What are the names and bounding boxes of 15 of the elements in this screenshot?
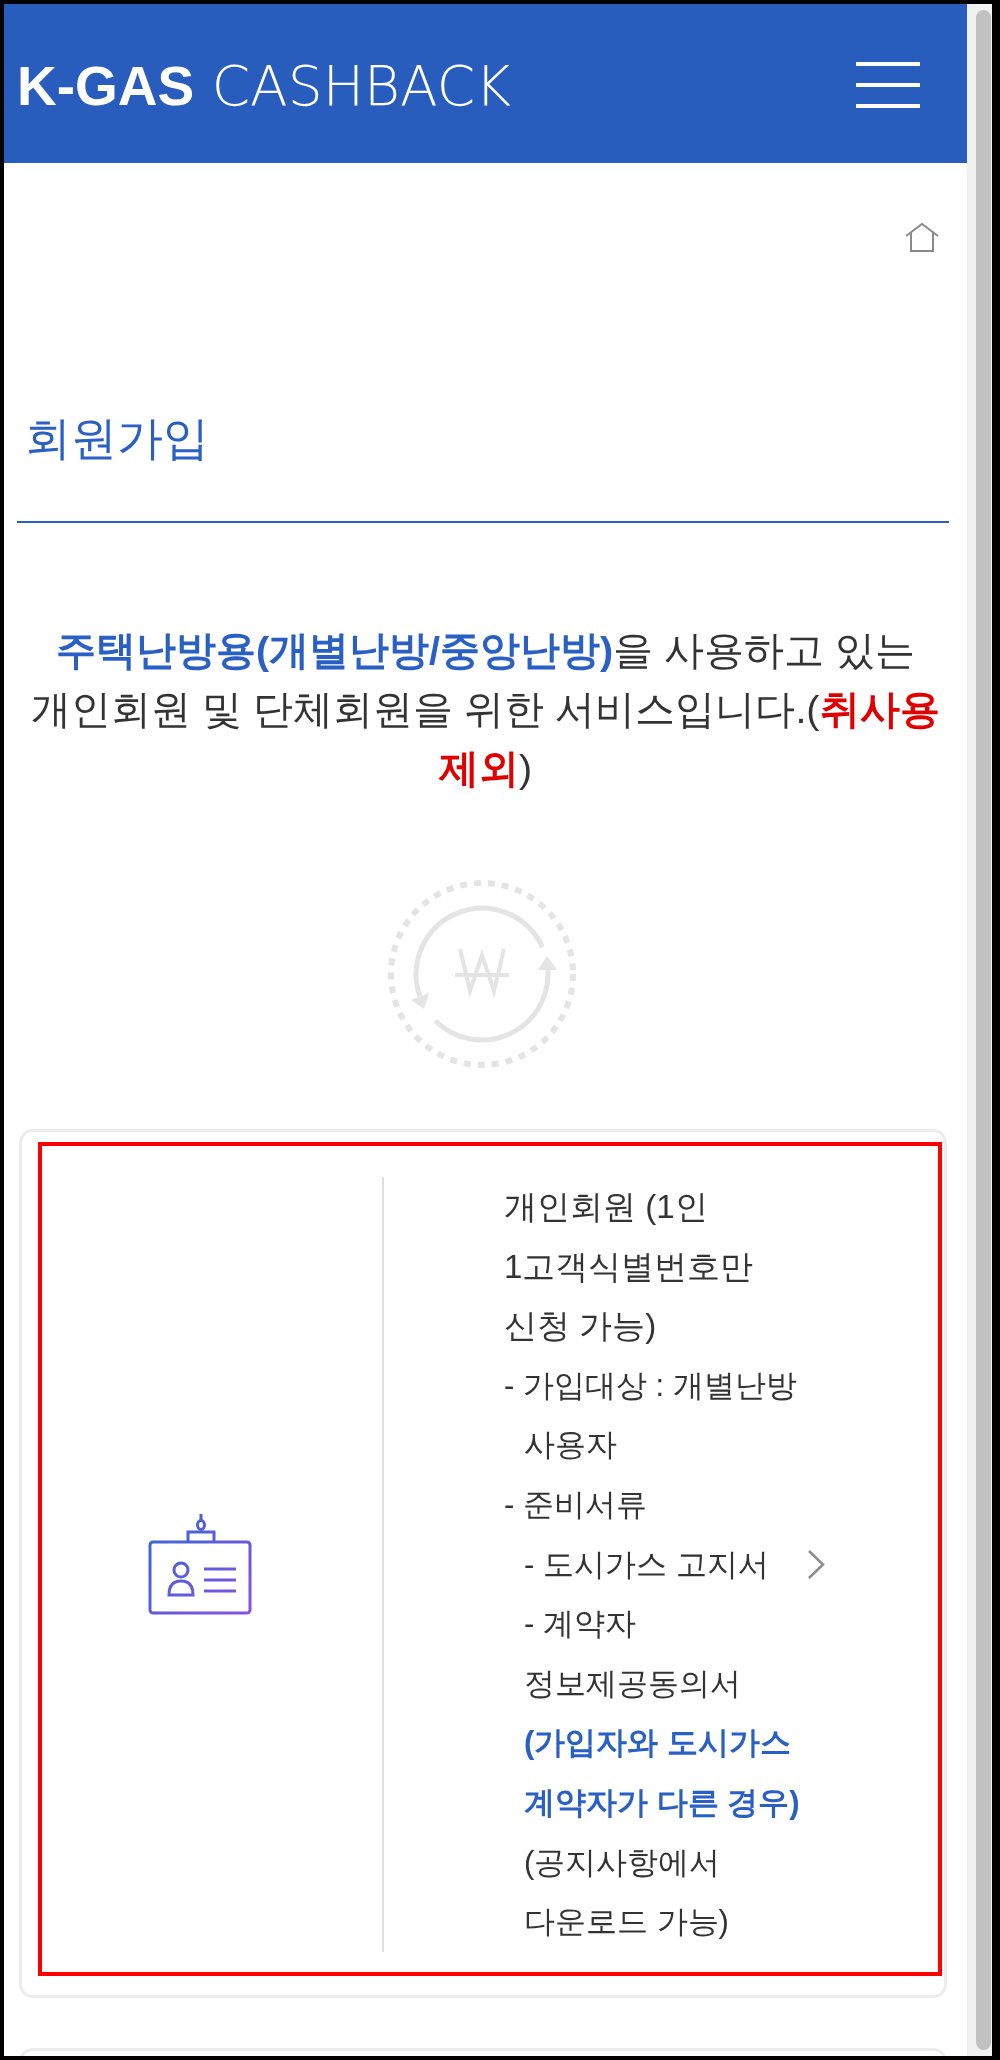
scrollbar-thumb[interactable] bbox=[976, 10, 991, 2050]
list-item-text: - 계약자 정보제공동의서 (가입자와 도시가스 계약자가 다른 경우) (공지사항에서 다운로드 가능) bbox=[524, 1605, 801, 1942]
list-item-text: - 가입대상 : 개별난방 사용자 bbox=[504, 1366, 798, 1465]
logo-text[interactable]: K-GAS CASHBACK bbox=[17, 59, 512, 114]
card-title: 개인회원 (1인 1고객식별번호만 신청 가능) bbox=[504, 1187, 755, 1347]
menu-icon[interactable] bbox=[856, 61, 920, 108]
home-icon[interactable] bbox=[905, 222, 939, 252]
list-item-text: - 준비서류 bbox=[504, 1485, 648, 1524]
id-badge-icon bbox=[148, 1513, 252, 1616]
currency-cycle-icon bbox=[387, 879, 577, 1069]
intro-text: 주택난방용(개별난방/중앙난방)을 사용하고 있는 개인회원 및 단체회원을 위한 서비스입니다.(취사용 제외) bbox=[30, 627, 941, 792]
chevron-right-icon bbox=[807, 1548, 826, 1580]
membership-card[interactable]: 개인회원 (1인 1고객식별번호만 신청 가능) - 가입대상 : 개별난방 사용자 - 준비서류 - 도시가스 고지서 - 계약자 정보제공동의서 (가입자와 도시가스 계약자가 다른 경우) (공지사항에서 다운로드 가능) bbox=[19, 1129, 947, 1998]
list-item-text: - 도시가스 고지서 bbox=[524, 1545, 770, 1584]
page-title: 회원가입 bbox=[25, 412, 210, 465]
